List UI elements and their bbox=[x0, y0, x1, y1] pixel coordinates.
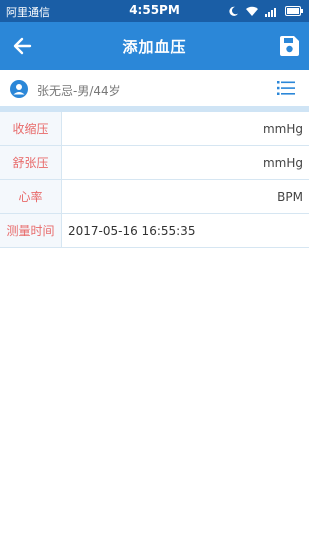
systolic-label: 收缩压 bbox=[0, 112, 62, 145]
save-icon[interactable] bbox=[277, 34, 301, 58]
wifi-icon bbox=[246, 6, 258, 16]
patient-bar: 张无忌-男/44岁 bbox=[0, 70, 309, 106]
heart-rate-input[interactable] bbox=[62, 180, 309, 213]
heart-rate-unit: BPM bbox=[277, 189, 303, 204]
status-bar: 阿里通信 4:55PM bbox=[0, 0, 309, 22]
diastolic-label: 舒张压 bbox=[0, 146, 62, 179]
heart-rate-label: 心率 bbox=[0, 180, 62, 213]
systolic-unit: mmHg bbox=[262, 121, 303, 136]
form-row-systolic: 收缩压 mmHg bbox=[0, 112, 309, 146]
form-row-diastolic: 舒张压 mmHg bbox=[0, 146, 309, 180]
patient-info: 张无忌-男/44岁 bbox=[37, 84, 121, 98]
signal-icon bbox=[265, 7, 276, 17]
list-menu-icon[interactable] bbox=[277, 80, 295, 96]
measure-time-label: 测量时间 bbox=[0, 214, 62, 247]
measure-time-field[interactable]: 2017-05-16 16:55:35 bbox=[62, 214, 309, 247]
form-row-heart-rate: 心率 BPM bbox=[0, 180, 309, 214]
diastolic-unit: mmHg bbox=[262, 155, 303, 170]
form-row-measure-time: 测量时间 2017-05-16 16:55:35 bbox=[0, 214, 309, 248]
moon-icon bbox=[229, 6, 239, 16]
status-icons bbox=[228, 4, 303, 18]
user-avatar-icon bbox=[10, 80, 28, 98]
battery-icon bbox=[285, 6, 303, 16]
app-bar: 添加血压 bbox=[0, 22, 309, 70]
page-title: 添加血压 bbox=[122, 38, 187, 56]
blood-pressure-form: 收缩压 mmHg 舒张压 mmHg 心率 BPM 测量时间 2017-05-16… bbox=[0, 112, 309, 248]
